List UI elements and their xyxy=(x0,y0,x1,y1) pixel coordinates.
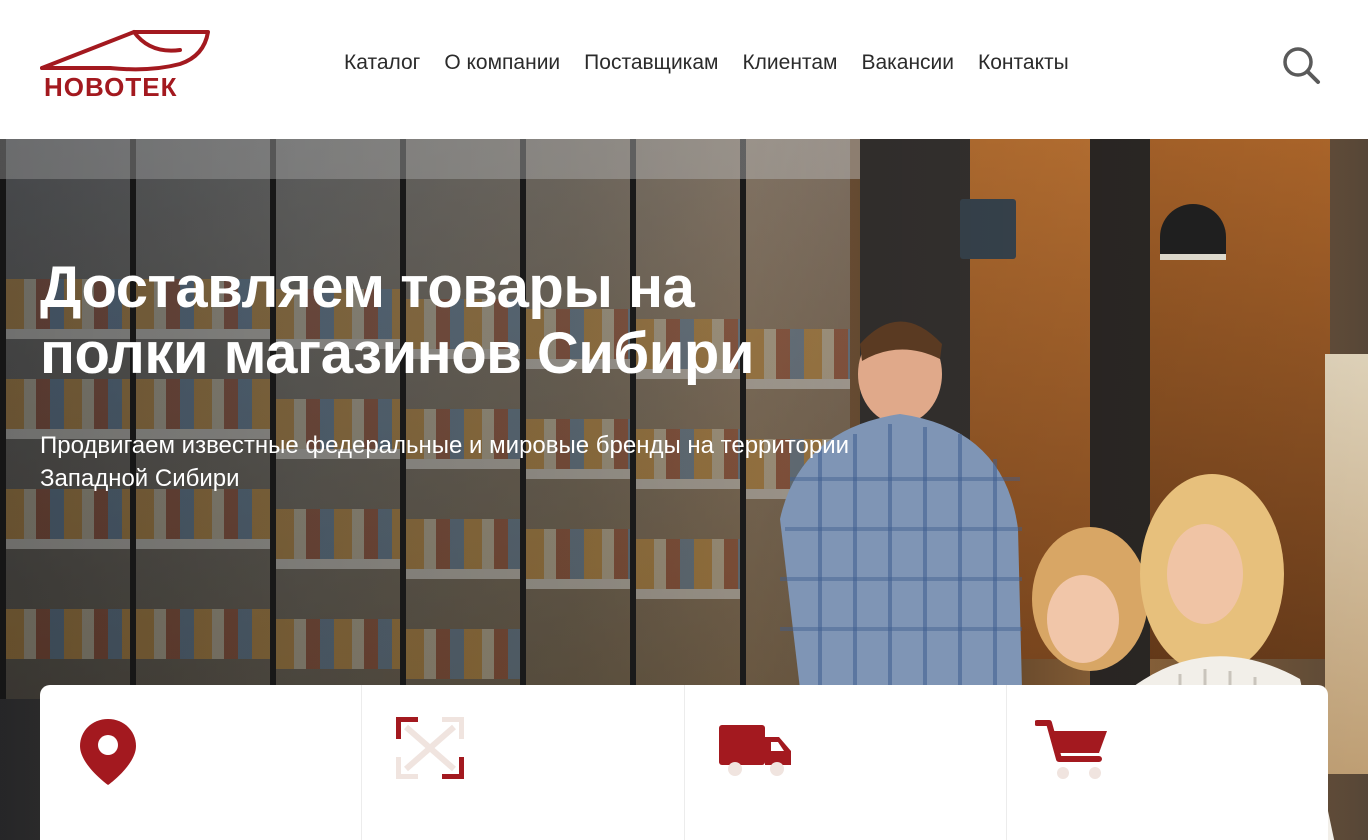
logo[interactable]: НОВОТЕК xyxy=(40,28,212,102)
feature-card-delivery[interactable] xyxy=(685,685,1007,840)
nav-item-contacts[interactable]: Контакты xyxy=(978,46,1069,80)
hero-title: Доставляем товары на полки магазинов Сиб… xyxy=(40,255,755,386)
feature-card-retail[interactable] xyxy=(1007,685,1328,840)
nav-item-catalog[interactable]: Каталог xyxy=(344,46,420,80)
main-nav: Каталог О компании Поставщикам Клиентам … xyxy=(332,46,1081,80)
logo-text: НОВОТЕК xyxy=(44,72,178,102)
feature-card-scale[interactable] xyxy=(362,685,685,840)
logo-mark-icon xyxy=(40,30,210,72)
expand-arrows-icon xyxy=(396,717,465,779)
search-icon xyxy=(1283,47,1320,84)
hero-subtitle: Продвигаем известные федеральные и миров… xyxy=(40,432,850,492)
feature-card-geography[interactable] xyxy=(40,685,363,840)
search-button[interactable] xyxy=(1280,44,1322,86)
nav-item-clients[interactable]: Клиентам xyxy=(742,46,837,80)
location-pin-icon xyxy=(80,719,136,785)
features-panel xyxy=(40,685,1328,840)
nav-item-suppliers[interactable]: Поставщикам xyxy=(584,46,718,80)
site-header: НОВОТЕК Каталог О компании Поставщикам К… xyxy=(0,0,1368,139)
delivery-truck-icon xyxy=(718,725,791,776)
shopping-cart-icon xyxy=(1034,720,1107,779)
nav-item-about[interactable]: О компании xyxy=(444,46,560,80)
nav-item-vacancies[interactable]: Вакансии xyxy=(861,46,954,80)
